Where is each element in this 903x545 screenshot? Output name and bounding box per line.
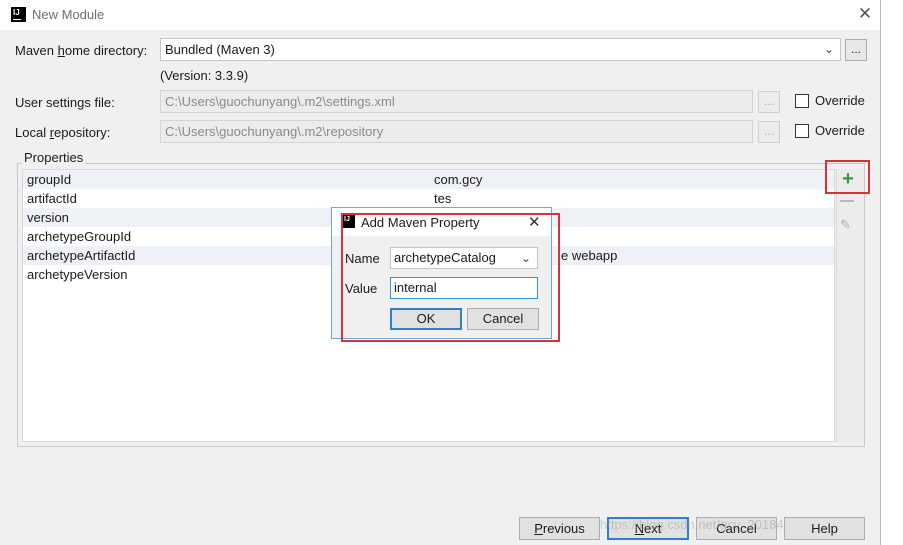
add-button-highlight <box>825 160 870 194</box>
property-key: archetypeGroupId <box>27 229 132 244</box>
pencil-icon[interactable]: ✎ <box>840 218 854 232</box>
properties-toolbar <box>836 169 864 442</box>
window-title: New Module <box>32 7 105 22</box>
close-icon[interactable]: ✕ <box>856 5 874 23</box>
local-repo-override-checkbox[interactable] <box>795 124 809 138</box>
property-value: e webapp <box>561 248 618 263</box>
table-row[interactable]: groupId com.gcy <box>23 170 834 189</box>
user-settings-field[interactable]: C:\Users\guochunyang\.m2\settings.xml <box>160 90 753 113</box>
local-repo-browse-button[interactable]: ... <box>758 121 780 143</box>
local-repo-label: Local repository: <box>15 125 111 140</box>
user-settings-browse-button[interactable]: ... <box>758 91 780 113</box>
user-settings-label: User settings file: <box>15 95 115 110</box>
local-repo-override-label: Override <box>815 123 865 138</box>
property-key: archetypeVersion <box>27 267 128 282</box>
properties-legend: Properties <box>22 150 86 165</box>
maven-home-label: Maven home directory: <box>15 43 148 58</box>
intellij-logo-icon: IJ <box>11 7 26 22</box>
maven-home-combo[interactable]: Bundled (Maven 3) ⌄ <box>160 38 841 61</box>
dialog-highlight <box>341 213 560 342</box>
maven-version-note: (Version: 3.3.9) <box>160 68 249 83</box>
watermark: https://blog.csdn.net/gcy_20184 <box>600 517 784 532</box>
previous-button[interactable]: Previous <box>519 517 600 540</box>
user-settings-override-label: Override <box>815 93 865 108</box>
property-value: com.gcy <box>434 172 483 187</box>
maven-home-browse-button[interactable]: ... <box>845 39 867 61</box>
property-key: archetypeArtifactId <box>27 248 136 263</box>
minus-icon[interactable] <box>840 200 854 202</box>
property-key: groupId <box>27 172 72 187</box>
title-bar: IJ New Module ✕ <box>0 0 880 30</box>
property-key: artifactId <box>27 191 77 206</box>
new-module-window: IJ New Module ✕ Maven home directory: Bu… <box>0 0 881 545</box>
user-settings-override-checkbox[interactable] <box>795 94 809 108</box>
property-value: tes <box>434 191 452 206</box>
local-repo-field[interactable]: C:\Users\guochunyang\.m2\repository <box>160 120 753 143</box>
maven-home-value: Bundled (Maven 3) <box>165 42 275 57</box>
help-button[interactable]: Help <box>784 517 865 540</box>
property-key: version <box>27 210 69 225</box>
table-row[interactable]: artifactId tes <box>23 189 834 208</box>
chevron-down-icon: ⌄ <box>823 42 834 56</box>
